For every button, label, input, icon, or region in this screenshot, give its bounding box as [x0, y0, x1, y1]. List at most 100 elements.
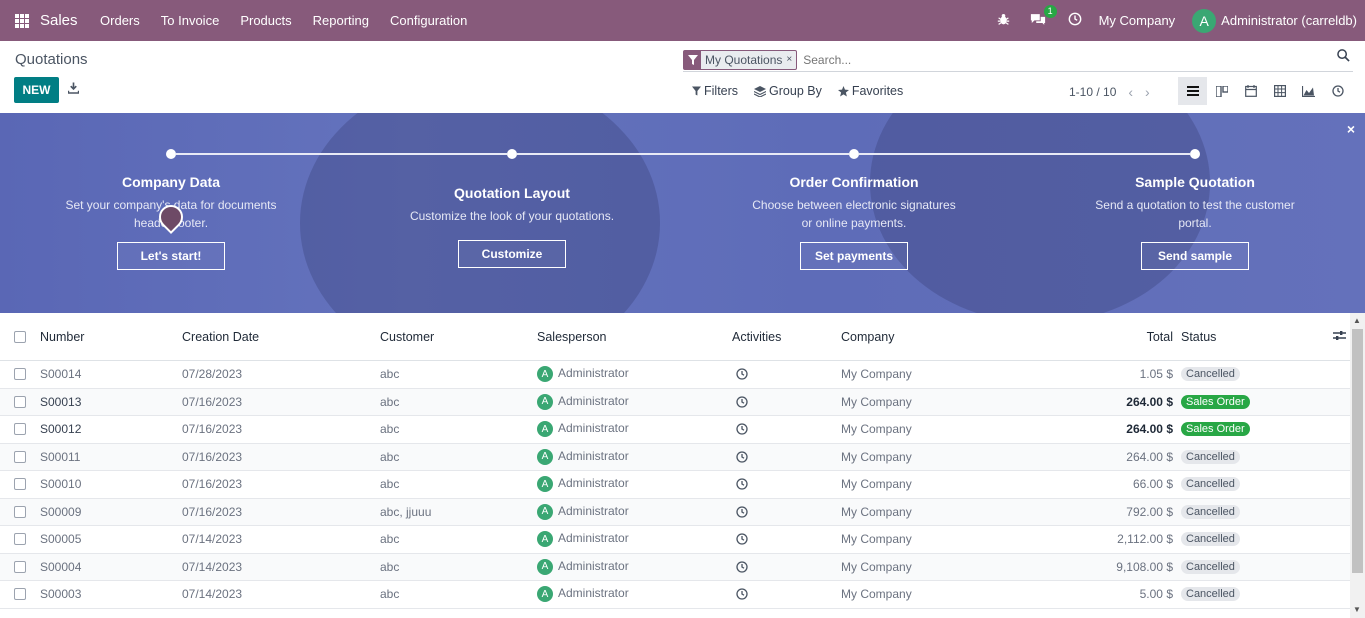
star-icon	[837, 85, 849, 97]
search-input[interactable]	[803, 52, 1324, 67]
header-customer[interactable]: Customer	[380, 330, 434, 344]
lets-start-button[interactable]: Let's start!	[117, 242, 225, 270]
user-menu[interactable]: Administrator (carreldb)	[1221, 13, 1357, 28]
row-company: My Company	[841, 559, 912, 574]
row-checkbox[interactable]	[14, 560, 26, 573]
activity-clock-icon[interactable]	[736, 533, 748, 548]
row-checkbox[interactable]	[14, 478, 26, 491]
favorites-label: Favorites	[851, 84, 904, 98]
salesperson-name: Administrator	[558, 366, 629, 381]
table-row[interactable]: S00004 07/14/2023 abc A Administrator My Comp…	[0, 553, 1350, 581]
row-checkbox[interactable]	[14, 450, 26, 463]
favorites-dropdown[interactable]: Favorites	[837, 84, 904, 98]
graph-view-icon[interactable]	[1294, 77, 1323, 105]
menu-products[interactable]: Products	[240, 13, 291, 28]
row-number: S00010	[40, 477, 82, 492]
filters-dropdown[interactable]: Filters	[692, 84, 738, 98]
activity-clock-icon[interactable]	[736, 395, 748, 411]
set-payments-button[interactable]: Set payments	[800, 242, 908, 270]
header-number[interactable]: Number	[40, 330, 84, 344]
scroll-down-icon[interactable]: ▼	[1353, 605, 1361, 614]
activity-view-icon[interactable]	[1323, 77, 1352, 105]
salesperson-avatar: A	[537, 503, 553, 520]
company-switcher[interactable]: My Company	[1099, 13, 1176, 28]
table-row[interactable]: S00011 07/16/2023 abc A Administrator My Comp…	[0, 443, 1350, 471]
pager-previous-icon[interactable]: ‹	[1128, 84, 1133, 100]
row-total: 264.00 $	[1126, 449, 1173, 464]
activity-clock-icon[interactable]	[736, 588, 748, 603]
header-status[interactable]: Status	[1181, 330, 1216, 344]
activity-clock-icon[interactable]	[736, 450, 748, 466]
pager-next-icon[interactable]: ›	[1145, 84, 1150, 100]
activity-clock-icon[interactable]	[736, 368, 748, 383]
activity-clock-icon[interactable]	[736, 423, 748, 438]
select-all-checkbox[interactable]	[14, 330, 26, 343]
calendar-view-icon[interactable]	[1236, 77, 1265, 105]
pivot-view-icon[interactable]	[1265, 77, 1294, 105]
bug-icon[interactable]	[997, 13, 1010, 29]
user-avatar[interactable]: A	[1192, 8, 1217, 33]
table-row[interactable]: S00010 07/16/2023 abc A Administrator My Comp…	[0, 471, 1350, 499]
new-button[interactable]: NEW	[14, 77, 59, 103]
progress-line	[859, 153, 1190, 155]
menu-configuration[interactable]: Configuration	[390, 13, 467, 28]
salesperson-avatar: A	[537, 366, 553, 383]
salesperson-name: Administrator	[558, 476, 629, 491]
vertical-scrollbar[interactable]: ▲ ▼	[1350, 313, 1365, 618]
chat-icon[interactable]: 1	[1030, 4, 1057, 29]
apps-menu-icon[interactable]	[15, 13, 29, 28]
table-body: S00014 07/28/2023 abc A Administrator My Comp…	[0, 361, 1350, 609]
row-number: S00013	[40, 394, 82, 409]
step-title: Order Confirmation	[789, 174, 919, 190]
step-dot	[166, 149, 176, 159]
header-company[interactable]: Company	[841, 330, 895, 344]
status-badge: Cancelled	[1181, 477, 1240, 492]
row-creation-date: 07/28/2023	[182, 367, 243, 382]
row-checkbox[interactable]	[14, 395, 26, 408]
salesperson-name: Administrator	[558, 531, 629, 546]
row-customer: abc	[380, 422, 400, 437]
row-checkbox[interactable]	[14, 505, 26, 518]
activity-clock-icon[interactable]	[736, 478, 748, 493]
row-company: My Company	[841, 504, 912, 519]
layers-icon	[754, 85, 767, 97]
send-sample-button[interactable]: Send sample	[1141, 242, 1249, 270]
activity-clock-icon[interactable]	[736, 505, 748, 521]
row-checkbox[interactable]	[14, 368, 26, 381]
salesperson-name: Administrator	[558, 393, 629, 408]
optional-columns-icon[interactable]	[1333, 330, 1346, 344]
search-icon[interactable]	[1337, 49, 1350, 65]
menu-reporting[interactable]: Reporting	[313, 13, 369, 28]
table-row[interactable]: S00012 07/16/2023 abc A Administrator My Comp…	[0, 416, 1350, 444]
activity-clock-icon[interactable]	[736, 560, 748, 576]
table-row[interactable]: S00009 07/16/2023 abc, jjuuu A Administrator…	[0, 498, 1350, 526]
list-view-icon[interactable]	[1178, 77, 1207, 105]
kanban-view-icon[interactable]	[1207, 77, 1236, 105]
row-checkbox[interactable]	[14, 588, 26, 601]
download-icon[interactable]	[67, 82, 80, 97]
table-row[interactable]: S00014 07/28/2023 abc A Administrator My Comp…	[0, 361, 1350, 389]
clock-icon[interactable]	[1068, 12, 1082, 29]
app-brand[interactable]: Sales	[40, 12, 78, 29]
row-checkbox[interactable]	[14, 423, 26, 436]
header-salesperson[interactable]: Salesperson	[537, 330, 607, 344]
step-dot	[849, 149, 859, 159]
menu-to-invoice[interactable]: To Invoice	[161, 13, 220, 28]
view-switcher	[1178, 77, 1352, 105]
table-row[interactable]: S00005 07/14/2023 abc A Administrator My Comp…	[0, 526, 1350, 554]
table-row[interactable]: S00013 07/16/2023 abc A Administrator My Comp…	[0, 388, 1350, 416]
table-row[interactable]: S00003 07/14/2023 abc A Administrator My Comp…	[0, 581, 1350, 609]
pager: 1-10 / 10 ‹ ›	[1069, 84, 1150, 100]
facet-remove-icon[interactable]: ×	[786, 54, 796, 65]
header-total[interactable]: Total	[1147, 330, 1173, 344]
header-creation-date[interactable]: Creation Date	[182, 330, 259, 344]
row-checkbox[interactable]	[14, 533, 26, 546]
scroll-up-icon[interactable]: ▲	[1353, 316, 1361, 325]
header-activities[interactable]: Activities	[732, 330, 781, 344]
scroll-thumb[interactable]	[1352, 329, 1363, 573]
groupby-dropdown[interactable]: Group By	[754, 84, 822, 98]
menu-orders[interactable]: Orders	[100, 13, 140, 28]
pager-value[interactable]: 1-10 / 10	[1069, 85, 1116, 99]
customize-button[interactable]: Customize	[458, 240, 566, 268]
banner-close-icon[interactable]: ×	[1347, 121, 1355, 137]
